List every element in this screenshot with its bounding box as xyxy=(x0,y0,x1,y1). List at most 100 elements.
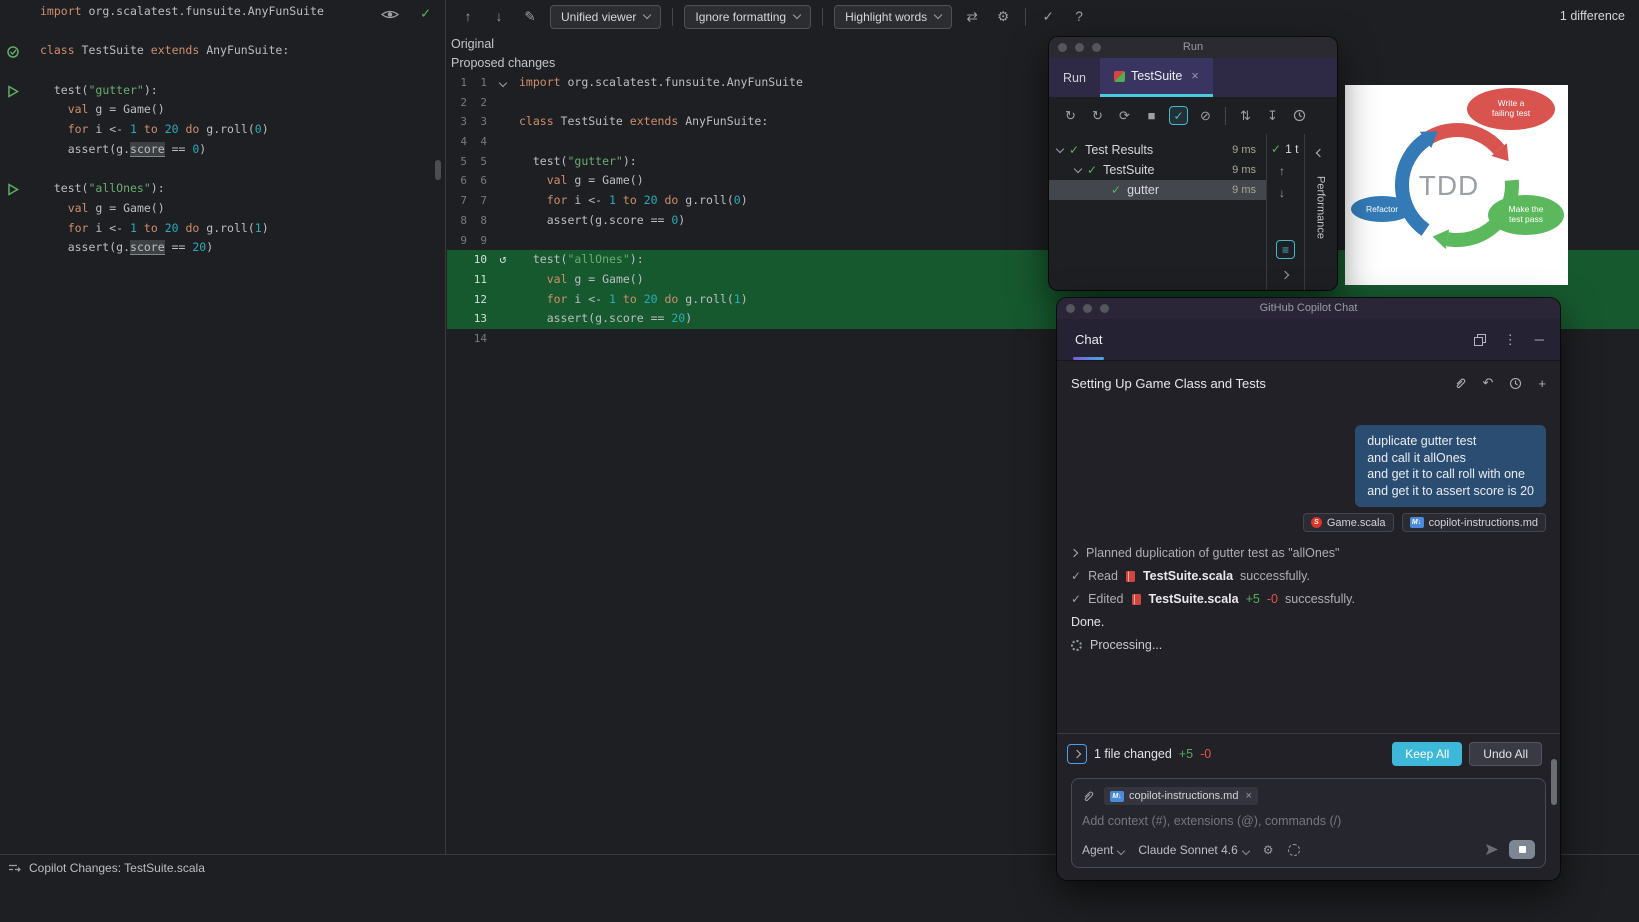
chevron-right-icon[interactable] xyxy=(1069,548,1079,558)
chevron-down-icon[interactable] xyxy=(1073,164,1083,173)
filter-icon[interactable]: ≡ xyxy=(1276,240,1295,259)
chat-window-titlebar[interactable]: GitHub Copilot Chat xyxy=(1057,298,1560,319)
tab-testsuite[interactable]: TestSuite × xyxy=(1099,58,1213,97)
planned-step-row[interactable]: Planned duplication of gutter test as "a… xyxy=(1069,546,1546,560)
settings-gear-icon[interactable]: ⚙ xyxy=(992,9,1014,25)
tools-icon[interactable]: ⚙ xyxy=(1263,843,1274,857)
tree-row-test-results[interactable]: ✓ Test Results 9 ms xyxy=(1049,140,1266,160)
copilot-chat-window: GitHub Copilot Chat Chat ⋮ ─ Setting Up … xyxy=(1057,298,1560,880)
collapse-strip-icon[interactable] xyxy=(1315,148,1325,158)
rerun-tests-icon[interactable]: ↻ xyxy=(1057,108,1084,124)
attach-icon[interactable] xyxy=(1454,377,1467,390)
window-traffic-lights xyxy=(1058,43,1101,52)
test-duration: 9 ms xyxy=(1232,164,1256,176)
planned-step-text: Planned duplication of gutter test as "a… xyxy=(1086,546,1340,560)
read-file-name[interactable]: TestSuite.scala xyxy=(1143,569,1233,583)
zoom-window-icon[interactable] xyxy=(1100,304,1109,313)
run-window-title: Run xyxy=(1182,41,1204,53)
chevron-down-icon[interactable] xyxy=(1055,144,1065,153)
copilot-changes-status[interactable]: Copilot Changes: TestSuite.scala xyxy=(8,861,205,875)
model-dropdown[interactable]: Claude Sonnet 4.6 xyxy=(1138,843,1251,857)
performance-tab-label[interactable]: Performance xyxy=(1315,176,1327,239)
close-window-icon[interactable] xyxy=(1058,43,1067,52)
performance-strip[interactable]: Performance xyxy=(1305,134,1336,290)
chat-scrollbar[interactable] xyxy=(1551,759,1557,805)
run-window-titlebar[interactable]: Run xyxy=(1049,37,1337,58)
undo-all-button[interactable]: Undo All xyxy=(1469,742,1542,766)
chat-input-box[interactable]: M↓ copilot-instructions.md × Add context… xyxy=(1071,778,1546,868)
close-tab-icon[interactable]: × xyxy=(1191,69,1198,83)
next-difference-icon[interactable]: ↓ xyxy=(488,9,510,24)
chat-input-placeholder[interactable]: Add context (#), extensions (@), command… xyxy=(1082,814,1535,828)
zoom-window-icon[interactable] xyxy=(1092,43,1101,52)
show-passed-toggle[interactable]: ✓ xyxy=(1169,106,1188,125)
input-attachment-chip[interactable]: M↓ copilot-instructions.md × xyxy=(1104,787,1258,805)
viewer-mode-dropdown[interactable]: Unified viewer xyxy=(550,4,662,29)
test-duration: 9 ms xyxy=(1232,184,1256,196)
sort-tests-icon[interactable]: ⇅ xyxy=(1232,108,1259,124)
highlight-words-dropdown[interactable]: Highlight words xyxy=(834,4,953,29)
stop-generating-button[interactable] xyxy=(1509,840,1535,859)
next-occurrence-icon[interactable]: ↓ xyxy=(1279,186,1285,200)
send-icon[interactable] xyxy=(1485,843,1499,856)
import-test-results-icon[interactable]: ↧ xyxy=(1259,108,1286,124)
test-results-tree: ✓ Test Results 9 ms ✓ TestSuite 9 ms ✓ g… xyxy=(1049,134,1267,290)
previous-difference-icon[interactable]: ↑ xyxy=(457,9,479,24)
ignore-formatting-label: Ignore formatting xyxy=(695,9,787,24)
usage-circle-icon[interactable] xyxy=(1287,843,1300,856)
rerun-failed-icon[interactable]: ↻ xyxy=(1084,108,1111,124)
tree-row-testsuite[interactable]: ✓ TestSuite 9 ms xyxy=(1049,160,1266,180)
message-attachments: S Game.scala M↓ copilot-instructions.md xyxy=(1302,513,1546,532)
swap-sides-icon[interactable]: ⇄ xyxy=(961,9,983,25)
editor-code-line xyxy=(40,22,324,42)
diff-toolbar: ↑ ↓ ✎ Unified viewer Ignore formatting H… xyxy=(447,0,1639,33)
edited-file-name[interactable]: TestSuite.scala xyxy=(1149,592,1239,606)
remove-attachment-icon[interactable]: × xyxy=(1245,790,1251,802)
paperclip-icon[interactable] xyxy=(1082,790,1095,803)
previous-occurrence-icon[interactable]: ↑ xyxy=(1279,164,1285,178)
run-test-allones-icon[interactable] xyxy=(7,183,19,196)
agent-mode-dropdown[interactable]: Agent xyxy=(1082,843,1126,857)
difference-count: 1 difference xyxy=(1559,9,1625,23)
run-class-gutter-icon[interactable] xyxy=(7,46,19,58)
run-test-gutter-icon[interactable] xyxy=(7,85,19,98)
close-window-icon[interactable] xyxy=(1066,304,1075,313)
files-lines-removed: -0 xyxy=(1200,747,1212,761)
editor-scrollbar[interactable] xyxy=(435,160,441,180)
show-ignored-toggle[interactable]: ⊘ xyxy=(1192,108,1219,124)
accept-changes-icon[interactable]: ✓ xyxy=(1037,9,1059,25)
test-icon xyxy=(1113,70,1125,82)
tdd-label-make-test-pass: Make the test pass xyxy=(1509,204,1544,224)
tree-row-gutter[interactable]: ✓ gutter 9 ms xyxy=(1049,180,1266,200)
toggle-auto-test-icon[interactable]: ⟳ xyxy=(1111,108,1138,124)
help-icon[interactable]: ? xyxy=(1068,9,1090,24)
eye-icon[interactable] xyxy=(381,8,399,21)
keep-all-button[interactable]: Keep All xyxy=(1392,742,1463,766)
attachment-chip-game-scala[interactable]: S Game.scala xyxy=(1302,513,1394,532)
minimize-window-icon[interactable] xyxy=(1083,304,1092,313)
editor-code-line xyxy=(40,61,324,81)
ignore-formatting-dropdown[interactable]: Ignore formatting xyxy=(684,4,812,29)
open-in-editor-icon[interactable] xyxy=(1473,333,1486,346)
chat-body: Setting Up Game Class and Tests ↶ + dupl… xyxy=(1057,361,1560,880)
undo-icon[interactable]: ↶ xyxy=(1483,375,1494,391)
kebab-menu-icon[interactable]: ⋮ xyxy=(1504,332,1517,348)
new-chat-icon[interactable]: + xyxy=(1538,376,1546,391)
revert-change-icon[interactable]: ↺ xyxy=(487,250,519,270)
expand-panel-icon[interactable] xyxy=(1280,270,1290,280)
minimize-panel-icon[interactable]: ─ xyxy=(1535,332,1544,347)
source-editor-panel[interactable]: import org.scalatest.funsuite.AnyFunSuit… xyxy=(0,0,446,854)
editor-code-line: test("allOnes"): xyxy=(40,181,165,196)
tab-run[interactable]: Run xyxy=(1049,58,1100,97)
expand-changes-button[interactable] xyxy=(1067,744,1087,764)
minimize-window-icon[interactable] xyxy=(1075,43,1084,52)
tdd-label-refactor: Refactor xyxy=(1366,204,1398,214)
test-history-icon[interactable] xyxy=(1293,109,1306,122)
file-icon xyxy=(1131,593,1141,605)
lines-added: +5 xyxy=(1245,592,1260,606)
tab-chat[interactable]: Chat xyxy=(1073,319,1105,360)
stop-icon[interactable]: ■ xyxy=(1138,108,1165,123)
edit-icon[interactable]: ✎ xyxy=(519,9,541,25)
attachment-chip-copilot-instructions[interactable]: M↓ copilot-instructions.md xyxy=(1401,513,1546,532)
history-icon[interactable] xyxy=(1509,377,1522,390)
